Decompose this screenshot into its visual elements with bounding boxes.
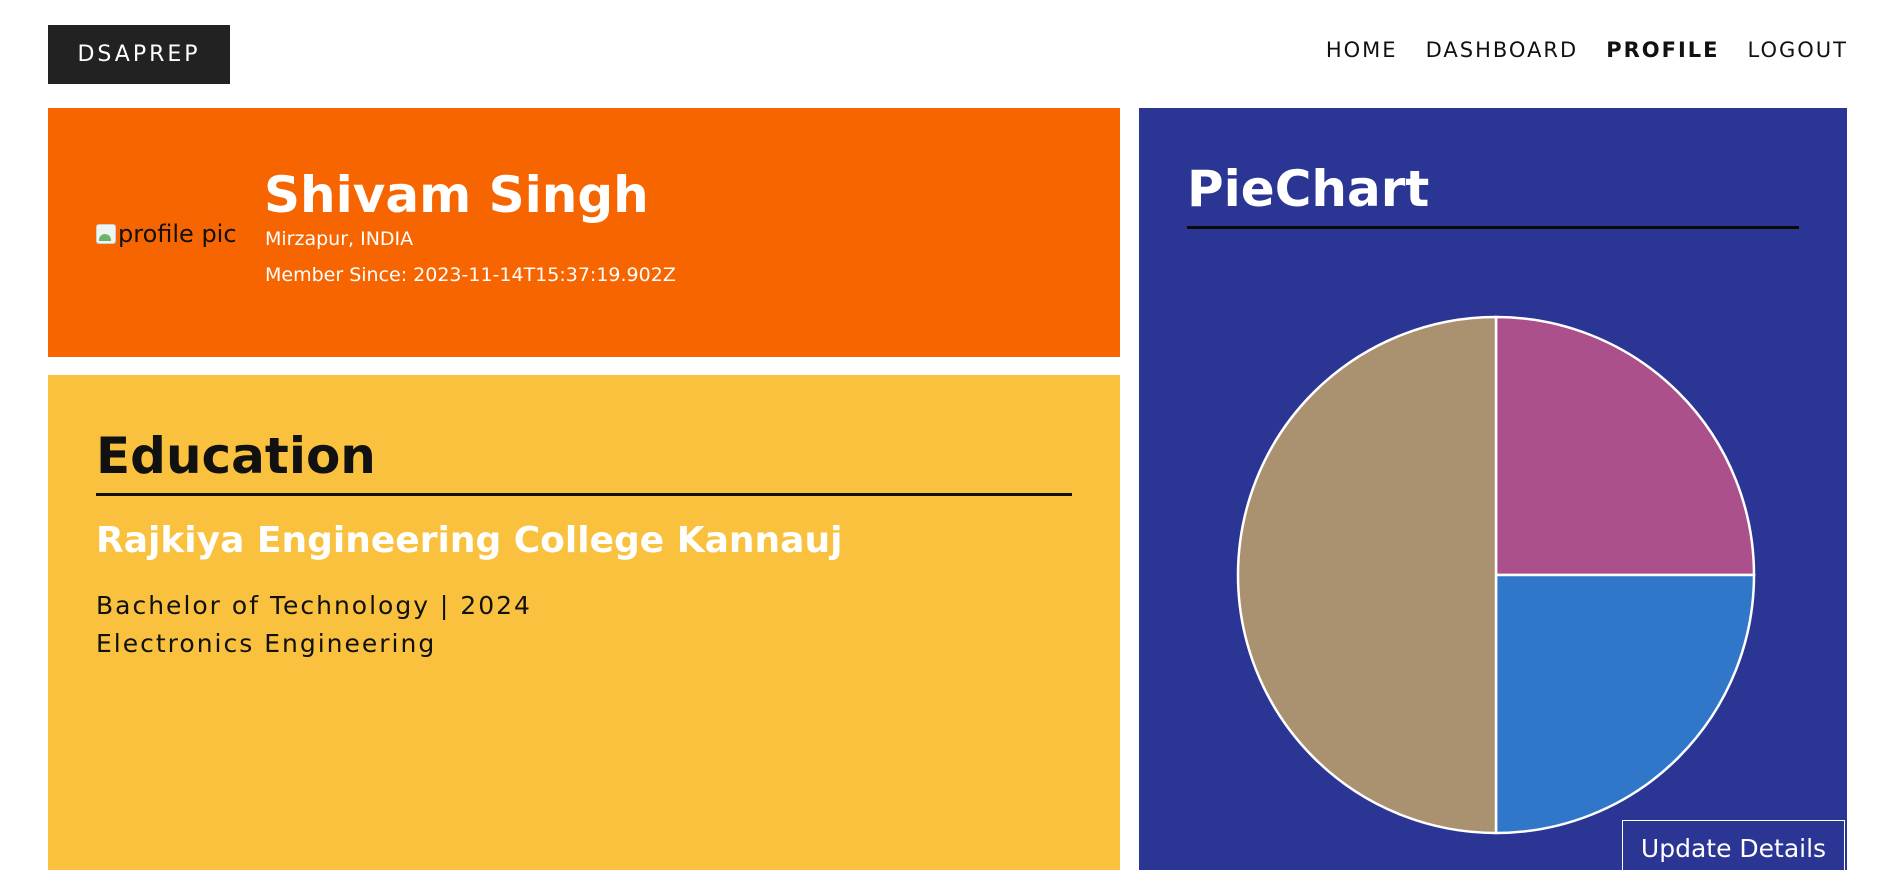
branch-line: Electronics Engineering: [96, 629, 437, 658]
brand-logo[interactable]: DSAPREP: [48, 25, 230, 84]
broken-image-icon: [96, 224, 116, 244]
education-card: Education Rajkiya Engineering College Ka…: [48, 375, 1120, 870]
profile-location: Mirzapur, INDIA: [265, 228, 414, 250]
piechart-card: PieChart: [1139, 108, 1847, 870]
college-name: Rajkiya Engineering College Kannauj: [96, 520, 843, 561]
profile-card: profile pic Shivam Singh Mirzapur, INDIA…: [48, 108, 1120, 357]
avatar: profile pic: [96, 220, 237, 248]
pie-slice-3: [1236, 315, 1498, 835]
top-navbar: DSAPREP HOME DASHBOARD PROFILE LOGOUT: [0, 0, 1892, 108]
nav-logout[interactable]: LOGOUT: [1748, 38, 1848, 62]
education-divider: [96, 493, 1072, 496]
nav-profile[interactable]: PROFILE: [1606, 38, 1719, 62]
pie-chart: [1236, 315, 1756, 835]
pie-slice-1: [1494, 315, 1756, 577]
nav-dashboard[interactable]: DASHBOARD: [1426, 38, 1579, 62]
piechart-divider: [1187, 226, 1799, 229]
avatar-alt-text: profile pic: [118, 220, 237, 248]
update-details-button[interactable]: Update Details: [1622, 820, 1845, 876]
member-since: Member Since: 2023-11-14T15:37:19.902Z: [265, 264, 676, 286]
main-nav: HOME DASHBOARD PROFILE LOGOUT: [1326, 38, 1848, 62]
degree-line: Bachelor of Technology | 2024: [96, 591, 532, 620]
piechart-title: PieChart: [1187, 160, 1430, 218]
pie-slice-2: [1494, 573, 1756, 835]
education-title: Education: [96, 427, 376, 485]
nav-home[interactable]: HOME: [1326, 38, 1398, 62]
profile-name: Shivam Singh: [264, 166, 649, 224]
